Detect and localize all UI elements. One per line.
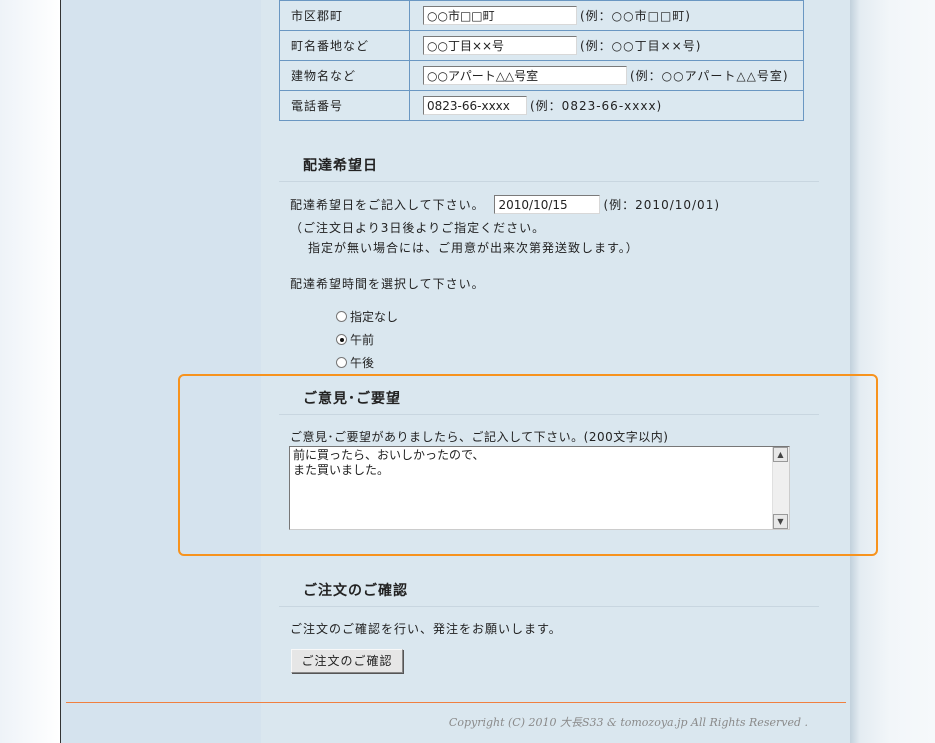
street-example: (例：○○丁目××号) [580,39,702,53]
city-example: (例：○○市□□町) [580,9,691,23]
radio-button-am[interactable] [336,334,347,345]
building-example: (例：○○アパート△△号室) [630,69,789,83]
city-label: 市区郡町 [279,0,410,31]
radio-option-pm[interactable]: 午後 [336,354,374,371]
delivery-note-2: 指定が無い場合には、ご用意が出来次第発送致します。） [308,241,639,255]
left-margin [0,0,60,743]
confirm-text: ご注文のご確認を行い、発注をお願いします。 [290,622,562,636]
radio-option-am[interactable]: 午前 [336,331,374,348]
street-input[interactable]: ○○丁目××号 [423,36,577,55]
scroll-down-icon[interactable]: ▼ [773,514,788,529]
delivery-date-row: 配達希望日をご記入して下さい。 2010/10/15 (例：2010/10/01) [290,195,720,214]
comments-text-line-1: 前に買ったら、おいしかったので、 [293,448,485,462]
copyright-text: Copyright (C) 2010 大長S33 & tomozoya.jp A… [448,716,808,729]
delivery-note-1: （ご注文日より3日後よりご指定ください。 [290,221,546,235]
delivery-date-prompt: 配達希望日をご記入して下さい。 [290,198,485,212]
footer-divider [66,702,846,703]
delivery-date-example: (例：2010/10/01) [603,198,721,212]
address-row-phone: 電話番号 0823-66-xxxx (例：0823-66-xxxx) [279,90,804,121]
delivery-date-input[interactable]: 2010/10/15 [494,195,601,214]
comments-text-line-2: また買いました。 [293,463,390,477]
building-input[interactable]: ○○アパート△△号室 [423,66,627,85]
comments-text: 前に買ったら、おいしかったので、 また買いました。 [293,448,485,478]
radio-button-none[interactable] [336,311,347,322]
address-row-city: 市区郡町 ○○市□□町 (例：○○市□□町) [279,0,804,31]
phone-label: 電話番号 [279,90,410,121]
right-margin [850,0,935,743]
radio-label-am: 午前 [350,333,375,347]
comments-textarea[interactable]: 前に買ったら、おいしかったので、 また買いました。 ▲ ▼ [289,446,790,530]
address-row-street: 町名番地など ○○丁目××号 (例：○○丁目××号) [279,30,804,61]
radio-button-pm[interactable] [336,357,347,368]
street-label: 町名番地など [279,30,410,61]
phone-input[interactable]: 0823-66-xxxx [423,96,527,115]
delivery-time-prompt: 配達希望時間を選択して下さい。 [290,277,485,291]
radio-option-none[interactable]: 指定なし [336,308,398,325]
phone-example: (例：0823-66-xxxx) [530,99,663,113]
radio-label-pm: 午後 [350,356,375,370]
comments-section-title: ご意見･ご要望 [279,389,819,415]
building-label: 建物名など [279,60,410,91]
confirm-order-button[interactable]: ご注文のご確認 [291,649,403,673]
comments-prompt: ご意見･ご要望がありましたら、ご記入して下さい。(200文字以内) [290,430,669,444]
scroll-up-icon[interactable]: ▲ [773,447,788,462]
radio-label-none: 指定なし [350,310,399,324]
address-table: 市区郡町 ○○市□□町 (例：○○市□□町) 町名番地など ○○丁目××号 (例：○… [279,0,804,121]
city-input[interactable]: ○○市□□町 [423,6,577,25]
left-column [61,0,261,743]
delivery-section-title: 配達希望日 [279,156,819,182]
confirm-section-title: ご注文のご確認 [279,581,819,607]
address-row-building: 建物名など ○○アパート△△号室 (例：○○アパート△△号室) [279,60,804,91]
comments-scrollbar[interactable]: ▲ ▼ [772,447,789,529]
